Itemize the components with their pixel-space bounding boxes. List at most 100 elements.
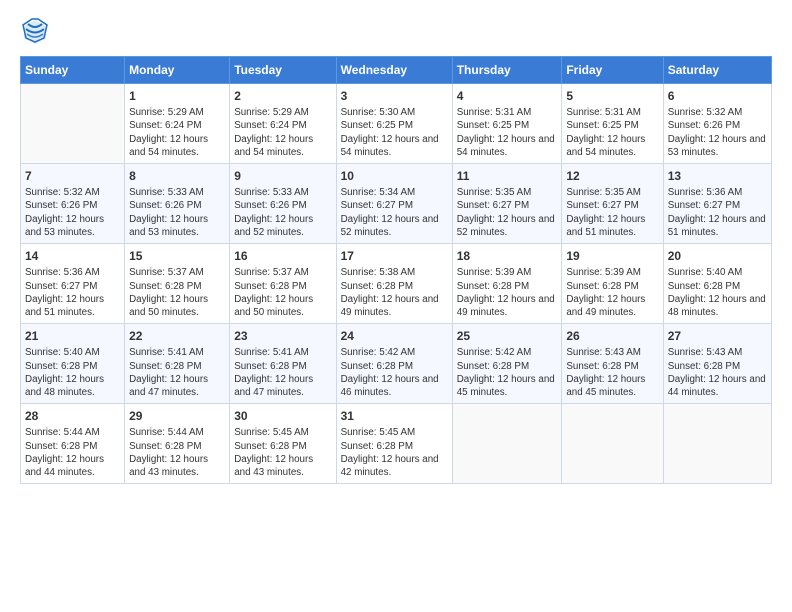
day-number: 2 — [234, 88, 331, 104]
calendar-cell: 12 Sunrise: 5:35 AM Sunset: 6:27 PM Dayli… — [562, 164, 663, 244]
day-detail: Sunrise: 5:42 AM Sunset: 6:28 PM Dayligh… — [341, 346, 448, 399]
weekday-header-wednesday: Wednesday — [336, 57, 452, 84]
day-number: 30 — [234, 408, 331, 424]
day-detail: Sunrise: 5:40 AM Sunset: 6:28 PM Dayligh… — [25, 346, 120, 399]
calendar-cell: 15 Sunrise: 5:37 AM Sunset: 6:28 PM Dayli… — [125, 244, 230, 324]
calendar-cell — [452, 404, 562, 484]
calendar-cell: 22 Sunrise: 5:41 AM Sunset: 6:28 PM Dayli… — [125, 324, 230, 404]
calendar-cell: 29Sunrise: 5:44 AM Sunset: 6:28 PM Dayli… — [125, 404, 230, 484]
day-detail: Sunrise: 5:42 AM Sunset: 6:28 PM Dayligh… — [457, 346, 558, 399]
calendar-cell — [21, 84, 125, 164]
day-detail: Sunrise: 5:35 AM Sunset: 6:27 PM Dayligh… — [457, 186, 558, 239]
header — [20, 16, 772, 46]
day-detail: Sunrise: 5:31 AM Sunset: 6:25 PM Dayligh… — [457, 106, 558, 159]
day-detail: Sunrise: 5:31 AM Sunset: 6:25 PM Dayligh… — [566, 106, 658, 159]
day-number: 16 — [234, 248, 331, 264]
day-detail: Sunrise: 5:41 AM Sunset: 6:28 PM Dayligh… — [234, 346, 331, 399]
calendar-cell: 16 Sunrise: 5:37 AM Sunset: 6:28 PM Dayli… — [230, 244, 336, 324]
calendar-cell: 18 Sunrise: 5:39 AM Sunset: 6:28 PM Dayli… — [452, 244, 562, 324]
calendar-cell: 14Sunrise: 5:36 AM Sunset: 6:27 PM Dayli… — [21, 244, 125, 324]
day-number: 27 — [668, 328, 767, 344]
day-number: 24 — [341, 328, 448, 344]
day-detail: Sunrise: 5:44 AM Sunset: 6:28 PM Dayligh… — [25, 426, 120, 479]
calendar-week-row: 7Sunrise: 5:32 AM Sunset: 6:26 PM Daylig… — [21, 164, 772, 244]
day-number: 26 — [566, 328, 658, 344]
day-number: 23 — [234, 328, 331, 344]
calendar-cell: 24 Sunrise: 5:42 AM Sunset: 6:28 PM Dayli… — [336, 324, 452, 404]
calendar-cell: 28 Sunrise: 5:44 AM Sunset: 6:28 PM Dayli… — [21, 404, 125, 484]
calendar-cell: 3 Sunrise: 5:30 AM Sunset: 6:25 PM Daylig… — [336, 84, 452, 164]
day-detail: Sunrise: 5:45 AM Sunset: 6:28 PM Dayligh… — [341, 426, 448, 479]
day-number: 18 — [457, 248, 558, 264]
day-number: 20 — [668, 248, 767, 264]
calendar-cell: 8Sunrise: 5:33 AM Sunset: 6:26 PM Daylig… — [125, 164, 230, 244]
day-detail: Sunrise: 5:29 AM Sunset: 6:24 PM Dayligh… — [129, 106, 225, 159]
calendar-cell: 23 Sunrise: 5:41 AM Sunset: 6:28 PM Dayli… — [230, 324, 336, 404]
calendar-cell: 13 Sunrise: 5:36 AM Sunset: 6:27 PM Dayli… — [663, 164, 771, 244]
day-detail: Sunrise: 5:30 AM Sunset: 6:25 PM Dayligh… — [341, 106, 448, 159]
day-number: 21 — [25, 328, 120, 344]
weekday-header-row: SundayMondayTuesdayWednesdayThursdayFrid… — [21, 57, 772, 84]
weekday-header-tuesday: Tuesday — [230, 57, 336, 84]
day-detail: Sunrise: 5:39 AM Sunset: 6:28 PM Dayligh… — [457, 266, 558, 319]
day-number: 28 — [25, 408, 120, 424]
day-number: 5 — [566, 88, 658, 104]
day-detail: Sunrise: 5:41 AM Sunset: 6:28 PM Dayligh… — [129, 346, 225, 399]
calendar-cell: 25 Sunrise: 5:42 AM Sunset: 6:28 PM Dayli… — [452, 324, 562, 404]
calendar-cell: 30 Sunrise: 5:45 AM Sunset: 6:28 PM Dayli… — [230, 404, 336, 484]
weekday-header-sunday: Sunday — [21, 57, 125, 84]
day-number: 13 — [668, 168, 767, 184]
day-number: 14 — [25, 248, 120, 264]
logo — [20, 16, 54, 46]
day-number: 9 — [234, 168, 331, 184]
calendar-cell: 2 Sunrise: 5:29 AM Sunset: 6:24 PM Daylig… — [230, 84, 336, 164]
day-number: 22 — [129, 328, 225, 344]
day-detail: Sunrise: 5:37 AM Sunset: 6:28 PM Dayligh… — [234, 266, 331, 319]
day-number: 10 — [341, 168, 448, 184]
day-number: 31 — [341, 408, 448, 424]
calendar-week-row: 14Sunrise: 5:36 AM Sunset: 6:27 PM Dayli… — [21, 244, 772, 324]
day-detail: Sunrise: 5:35 AM Sunset: 6:27 PM Dayligh… — [566, 186, 658, 239]
calendar-cell: 27Sunrise: 5:43 AM Sunset: 6:28 PM Dayli… — [663, 324, 771, 404]
day-number: 19 — [566, 248, 658, 264]
calendar-week-row: 28 Sunrise: 5:44 AM Sunset: 6:28 PM Dayli… — [21, 404, 772, 484]
calendar-cell: 31 Sunrise: 5:45 AM Sunset: 6:28 PM Dayli… — [336, 404, 452, 484]
day-detail: Sunrise: 5:36 AM Sunset: 6:27 PM Dayligh… — [668, 186, 767, 239]
weekday-header-monday: Monday — [125, 57, 230, 84]
day-detail: Sunrise: 5:38 AM Sunset: 6:28 PM Dayligh… — [341, 266, 448, 319]
day-number: 25 — [457, 328, 558, 344]
weekday-header-saturday: Saturday — [663, 57, 771, 84]
calendar-cell: 7Sunrise: 5:32 AM Sunset: 6:26 PM Daylig… — [21, 164, 125, 244]
day-number: 15 — [129, 248, 225, 264]
weekday-header-friday: Friday — [562, 57, 663, 84]
day-number: 6 — [668, 88, 767, 104]
page: SundayMondayTuesdayWednesdayThursdayFrid… — [0, 0, 792, 612]
calendar-cell: 20Sunrise: 5:40 AM Sunset: 6:28 PM Dayli… — [663, 244, 771, 324]
calendar-cell: 19Sunrise: 5:39 AM Sunset: 6:28 PM Dayli… — [562, 244, 663, 324]
calendar-cell: 6Sunrise: 5:32 AM Sunset: 6:26 PM Daylig… — [663, 84, 771, 164]
day-detail: Sunrise: 5:43 AM Sunset: 6:28 PM Dayligh… — [566, 346, 658, 399]
calendar-cell — [562, 404, 663, 484]
calendar-cell: 26 Sunrise: 5:43 AM Sunset: 6:28 PM Dayli… — [562, 324, 663, 404]
day-number: 11 — [457, 168, 558, 184]
calendar-cell: 17 Sunrise: 5:38 AM Sunset: 6:28 PM Dayli… — [336, 244, 452, 324]
day-detail: Sunrise: 5:29 AM Sunset: 6:24 PM Dayligh… — [234, 106, 331, 159]
day-number: 4 — [457, 88, 558, 104]
day-detail: Sunrise: 5:32 AM Sunset: 6:26 PM Dayligh… — [25, 186, 120, 239]
calendar-cell: 10Sunrise: 5:34 AM Sunset: 6:27 PM Dayli… — [336, 164, 452, 244]
day-number: 1 — [129, 88, 225, 104]
day-detail: Sunrise: 5:45 AM Sunset: 6:28 PM Dayligh… — [234, 426, 331, 479]
calendar-cell: 1 Sunrise: 5:29 AM Sunset: 6:24 PM Daylig… — [125, 84, 230, 164]
day-number: 3 — [341, 88, 448, 104]
calendar-week-row: 1 Sunrise: 5:29 AM Sunset: 6:24 PM Daylig… — [21, 84, 772, 164]
calendar-week-row: 21 Sunrise: 5:40 AM Sunset: 6:28 PM Dayli… — [21, 324, 772, 404]
day-detail: Sunrise: 5:33 AM Sunset: 6:26 PM Dayligh… — [234, 186, 331, 239]
calendar-table: SundayMondayTuesdayWednesdayThursdayFrid… — [20, 56, 772, 484]
day-detail: Sunrise: 5:37 AM Sunset: 6:28 PM Dayligh… — [129, 266, 225, 319]
day-number: 17 — [341, 248, 448, 264]
day-number: 8 — [129, 168, 225, 184]
logo-icon — [20, 16, 50, 46]
calendar-cell: 11 Sunrise: 5:35 AM Sunset: 6:27 PM Dayli… — [452, 164, 562, 244]
day-detail: Sunrise: 5:44 AM Sunset: 6:28 PM Dayligh… — [129, 426, 225, 479]
day-number: 12 — [566, 168, 658, 184]
